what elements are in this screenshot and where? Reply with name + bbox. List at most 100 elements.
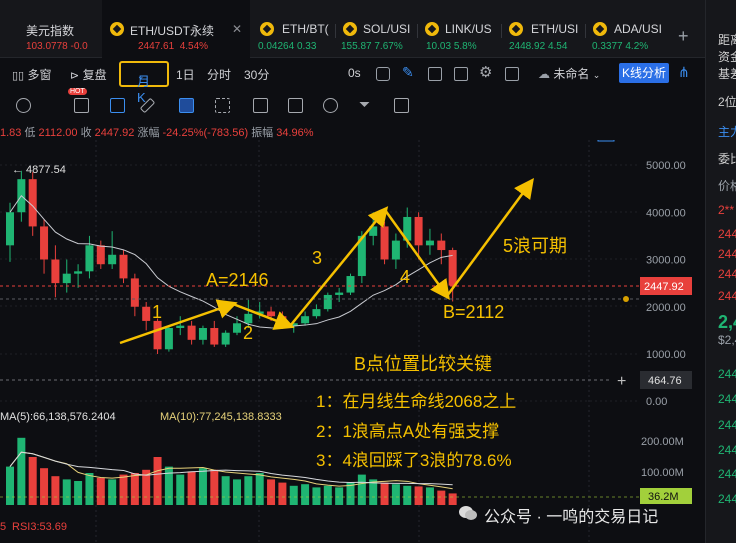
volume-bar [51, 476, 60, 505]
select-cursor-icon[interactable] [110, 98, 125, 113]
replay-button[interactable]: ⊳ 复盘 [70, 66, 107, 83]
candle-body [425, 240, 434, 246]
alarm-icon[interactable] [253, 98, 268, 113]
order-book-row: 244 [718, 247, 736, 261]
indicator-icon[interactable] [74, 98, 89, 113]
candle-body [437, 240, 446, 251]
sun-icon[interactable] [323, 98, 338, 113]
order-book-row: 244 [718, 289, 736, 303]
volume-bar [187, 471, 196, 505]
order-book-row: 2位 [718, 95, 736, 109]
volume-bar [221, 476, 230, 505]
trendline-icon[interactable] [179, 98, 194, 113]
tab-symbol: 美元指数 [26, 24, 75, 38]
tab-symbol: SOL/USI [363, 22, 411, 36]
filter-icon[interactable]: ⏷ [359, 96, 374, 112]
volume-bar [176, 474, 185, 505]
volume-bar [391, 484, 400, 505]
order-book-panel: 距离资金基差 2位主力委比价格 2** 244 244 244 244 2,4$2,4 244 2… [705, 0, 736, 543]
tab-eth-usdt-perp[interactable]: ETH/USDT永续 ✕ 2447.61 4.54% [102, 0, 250, 58]
candle-body [142, 306, 151, 321]
rsi-label: RSI3:53.69 [12, 521, 67, 533]
k-analysis-button[interactable]: K线分析 [619, 63, 669, 83]
cloud-icon: ☁ [538, 67, 550, 81]
tab-price: 10.03 5.8% [426, 41, 477, 52]
tab-symbol: ETH/BT( [282, 22, 329, 36]
volume-bar [62, 479, 71, 505]
tab-price: 0.3377 4.2% [592, 41, 649, 52]
tab-link-usdt[interactable]: LINK/US 10.03 5.8% [417, 0, 499, 58]
volume-bar [448, 493, 457, 505]
rsi-prefix-label: 5 [0, 521, 6, 533]
candle-body [301, 316, 310, 324]
candle-body [108, 254, 117, 265]
order-book-row: 244 [718, 418, 736, 432]
add-tab-button[interactable]: + [678, 26, 689, 47]
volume-bar [119, 474, 128, 505]
layout-icon[interactable] [454, 67, 468, 81]
period-selector-monthly[interactable]: 月K ⌄ [119, 61, 169, 105]
price-tick-label: 4000.00 [646, 207, 686, 219]
peak-price-label: ← 4877.54 [12, 164, 66, 176]
share-icon[interactable]: ⋔ [678, 64, 690, 81]
tab-eth-btc[interactable]: ETH/BT( 0.04264 0.33 [250, 0, 335, 58]
volume-bar [40, 468, 49, 505]
volume-bar [278, 482, 287, 505]
camera-icon[interactable] [376, 67, 390, 81]
tab-symbol: LINK/US [445, 22, 492, 36]
drawing-toolbar [0, 90, 705, 120]
crosshair-price-label: 464.76 [648, 375, 682, 387]
tab-eth-usd[interactable]: ETH/USI 2448.92 4.54 [501, 0, 583, 58]
candle-body [164, 328, 173, 350]
candle-body [74, 271, 83, 274]
candle-body [244, 313, 253, 324]
volume-bar [153, 457, 162, 505]
annotation-w3: 3 [312, 248, 322, 268]
binance-logo-icon [509, 22, 523, 36]
candlestick-chart[interactable]: 5000.00 4000.00 3000.00 2000.00 1000.00 0.00 2… [0, 140, 705, 543]
order-book-row: $2,4 [718, 333, 736, 347]
volume-bar [301, 484, 310, 505]
candle-body [210, 328, 219, 345]
order-book-row: 244 [718, 227, 736, 241]
order-book-row: 244 [718, 392, 736, 406]
pencil-icon[interactable]: ✎ [402, 64, 414, 81]
tab-symbol: ETH/USI [531, 22, 579, 36]
trash-icon[interactable] [394, 98, 409, 113]
fullscreen-icon[interactable] [428, 67, 442, 81]
candle-body [40, 226, 49, 260]
expand-icon[interactable] [505, 67, 519, 81]
current-price-label: 2447.92 [644, 281, 684, 293]
template-icon[interactable] [288, 98, 303, 113]
tab-dxy[interactable]: 美元指数 103.0778 -0.0 [0, 0, 102, 58]
candle-type-icon[interactable] [215, 98, 230, 113]
tab-ada-usd[interactable]: ADA/USI 0.3377 4.2% [585, 0, 667, 58]
binance-logo-icon [260, 22, 274, 36]
binance-logo-icon [425, 22, 439, 36]
period-30m-button[interactable]: 30分 [244, 66, 269, 83]
candle-body [96, 245, 105, 265]
close-icon[interactable]: ✕ [232, 22, 242, 36]
order-book-row: 2** [718, 203, 735, 217]
candle-body [176, 325, 185, 329]
candle-body [323, 294, 332, 310]
seconds-button[interactable]: 0s [348, 66, 361, 80]
chevron-down-icon: ⌄ [137, 71, 145, 81]
tab-price: 2447.61 4.54% [138, 41, 209, 52]
order-book-row: 价格 [718, 179, 736, 193]
magnet-icon[interactable] [16, 98, 31, 113]
cloud-layout-button[interactable]: ☁ 未命名 ⌄ [538, 65, 600, 82]
period-timeline-button[interactable]: 分时 [207, 66, 231, 83]
volume-bar [233, 479, 241, 505]
period-1d-button[interactable]: 1日 [176, 66, 195, 83]
settings-icon[interactable]: ⚙ [479, 63, 492, 81]
tab-sol-usdt[interactable]: SOL/USI 155.87 7.67% [335, 0, 415, 58]
candle-body [233, 323, 241, 333]
multi-window-button[interactable]: ▯▯ 多窗 [12, 66, 51, 83]
volume-bar [6, 466, 14, 505]
volume-bar [425, 487, 434, 505]
annotation-w5: 5浪可期 [503, 236, 567, 256]
wave-arrow [232, 302, 295, 330]
candle-body [391, 240, 400, 260]
volume-bar [289, 485, 298, 505]
